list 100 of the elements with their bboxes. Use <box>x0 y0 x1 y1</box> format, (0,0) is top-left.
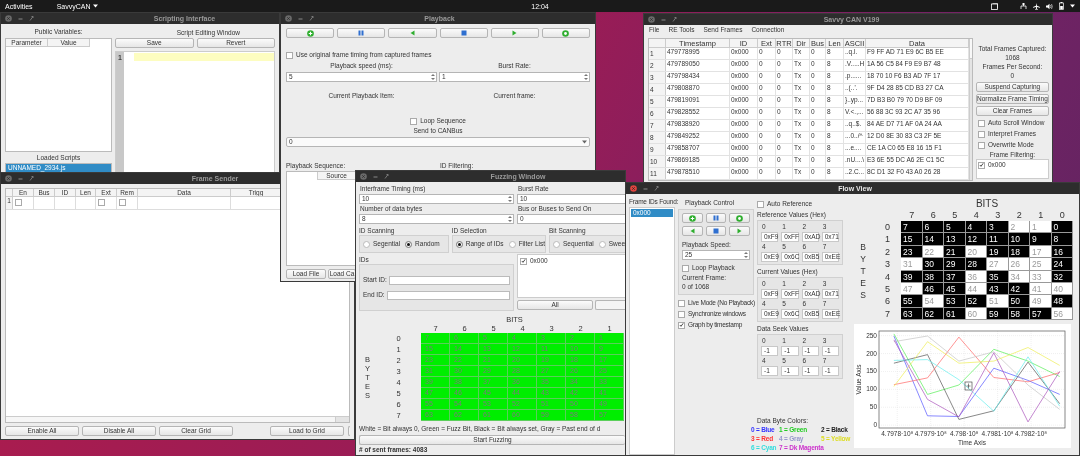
toolbar-button[interactable] <box>541 28 591 38</box>
spin-arrows-icon[interactable] <box>583 73 589 81</box>
stop-icon <box>460 30 467 36</box>
bit-cell: 30 <box>922 258 944 271</box>
checkbox[interactable] <box>520 257 527 265</box>
bit-cell: 50 <box>1008 295 1030 308</box>
minimize-icon[interactable] <box>373 173 378 180</box>
close-icon[interactable] <box>285 15 292 22</box>
column-header: 7 <box>909 210 915 221</box>
left-arrow-icon <box>409 30 415 36</box>
minimize-icon[interactable] <box>643 185 648 192</box>
window-icon[interactable] <box>991 2 998 10</box>
toolbar-button[interactable] <box>439 28 488 38</box>
stop-icon <box>713 228 719 234</box>
bit-cell: 25 <box>1030 258 1052 271</box>
toolbar-button[interactable] <box>729 213 750 223</box>
toolbar-button[interactable] <box>286 28 335 38</box>
input-field[interactable] <box>386 290 510 300</box>
toolbar-button[interactable] <box>705 226 727 236</box>
caret-icon[interactable] <box>93 4 99 8</box>
caret-icon[interactable] <box>1070 4 1075 8</box>
radio-button[interactable] <box>553 240 560 248</box>
row-header: 7 <box>885 307 890 321</box>
toolbar-button[interactable] <box>388 28 437 38</box>
right-arrow-icon <box>737 228 743 234</box>
button[interactable] <box>595 300 625 310</box>
bit-cell: 24 <box>1051 258 1073 271</box>
bit-cell: 45 <box>944 283 966 296</box>
bit-cell: 10 <box>1008 233 1030 246</box>
horizontal-scrollbar[interactable] <box>6 416 349 422</box>
checkbox[interactable] <box>978 161 985 169</box>
bit-cell: 8 <box>1051 233 1073 246</box>
airplane-icon[interactable] <box>1033 2 1040 10</box>
bit-cell: 31 <box>901 258 923 271</box>
spin-arrows-icon[interactable] <box>743 251 749 259</box>
bit-cell: 15 <box>901 233 923 246</box>
row-header: 0 <box>885 221 890 234</box>
checkbox[interactable] <box>678 321 685 329</box>
radio-button[interactable] <box>405 240 413 248</box>
maximize-icon[interactable] <box>29 15 34 22</box>
toolbar-button[interactable] <box>490 28 539 38</box>
bit-cell: 41 <box>1030 283 1052 296</box>
pause-icon <box>358 30 365 36</box>
close-icon[interactable] <box>630 185 637 192</box>
checkbox[interactable] <box>678 310 685 318</box>
minimize-icon[interactable] <box>18 175 23 182</box>
checkbox[interactable] <box>119 199 126 206</box>
close-icon[interactable] <box>360 173 367 180</box>
radio-button[interactable] <box>455 240 463 248</box>
radio-button[interactable] <box>363 240 370 248</box>
maximize-icon[interactable] <box>384 173 389 180</box>
bit-cell: 55 <box>901 295 923 308</box>
minimize-icon[interactable] <box>18 15 23 22</box>
bit-cell: 27 <box>987 258 1009 271</box>
toolbar-button[interactable] <box>705 213 727 223</box>
checkbox[interactable] <box>978 130 985 138</box>
checkbox[interactable] <box>15 199 22 206</box>
checkbox[interactable] <box>98 199 105 206</box>
close-icon[interactable] <box>5 175 12 182</box>
checkbox[interactable] <box>757 200 764 208</box>
battery-icon[interactable] <box>1059 2 1064 10</box>
axis-title: BYTES <box>859 240 867 301</box>
volume-icon[interactable] <box>1046 2 1053 10</box>
bit-cell: 52 <box>965 295 987 308</box>
spin-arrows-icon[interactable] <box>430 73 436 81</box>
spin-arrows-icon[interactable] <box>507 195 513 203</box>
checkbox[interactable] <box>682 264 689 272</box>
checkbox[interactable] <box>978 141 985 149</box>
radio-button[interactable] <box>598 240 606 248</box>
bit-cell: 0 <box>1051 221 1073 234</box>
radio-button[interactable] <box>508 240 516 248</box>
checkbox[interactable] <box>410 117 418 125</box>
bit-cell: 6 <box>922 221 944 234</box>
checkbox[interactable] <box>978 119 985 127</box>
spin-arrows-icon[interactable] <box>507 215 513 223</box>
plus-icon <box>688 214 696 222</box>
bit-cell: 42 <box>1008 283 1030 296</box>
toolbar-button[interactable] <box>729 226 750 236</box>
close-icon[interactable] <box>648 16 655 23</box>
maximize-icon[interactable] <box>309 15 314 22</box>
input-field[interactable] <box>388 275 510 285</box>
toolbar-button[interactable] <box>682 213 703 223</box>
maximize-icon[interactable] <box>29 175 34 182</box>
toolbar-button[interactable] <box>337 28 386 38</box>
minimize-icon[interactable] <box>661 16 666 23</box>
checkbox[interactable] <box>286 51 293 59</box>
plus-icon <box>306 29 314 37</box>
toolbar-button[interactable] <box>682 226 703 236</box>
maximize-icon[interactable] <box>672 16 677 23</box>
bit-cell: 44 <box>965 283 987 296</box>
network-icon[interactable] <box>1020 2 1027 10</box>
close-icon[interactable] <box>5 15 12 22</box>
row-header: 2 <box>885 245 890 259</box>
row-header: 6 <box>885 295 890 308</box>
vertical-scrollbar[interactable] <box>969 39 972 180</box>
minimize-icon[interactable] <box>298 15 303 22</box>
checkbox[interactable] <box>678 299 685 307</box>
bit-cell: 4 <box>965 221 987 234</box>
maximize-icon[interactable] <box>654 185 659 192</box>
column-header: 0 <box>1059 210 1065 221</box>
